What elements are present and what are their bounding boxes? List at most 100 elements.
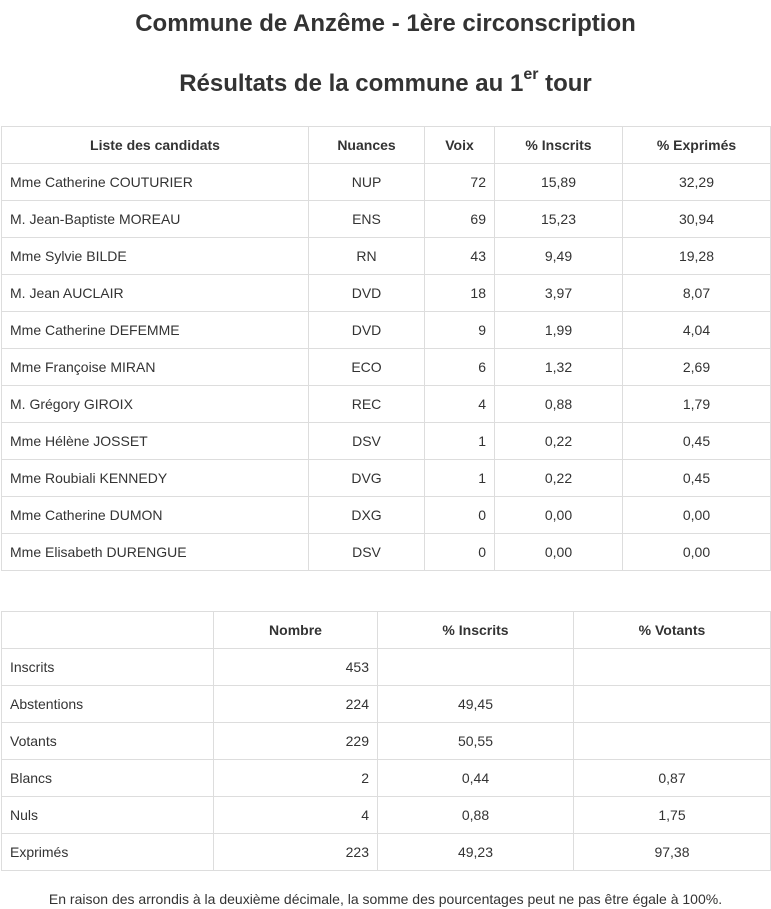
table-row: Exprimés 223 49,23 97,38 [1,833,771,871]
subtitle-superscript: er [523,66,539,83]
summary-nombre: 229 [213,722,378,760]
candidate-name: Mme Catherine COUTURIER [1,163,309,201]
table-row: Mme Hélène JOSSET DSV 1 0,22 0,45 [1,422,771,460]
candidate-voix: 1 [424,422,495,460]
candidate-voix: 72 [424,163,495,201]
candidate-pct-inscrits: 0,88 [494,385,623,423]
table-row: Nuls 4 0,88 1,75 [1,796,771,834]
candidate-pct-exprimes: 0,00 [622,496,771,534]
candidate-pct-exprimes: 2,69 [622,348,771,386]
candidate-pct-inscrits: 0,00 [494,496,623,534]
table-header-row: Nombre % Inscrits % Votants [1,611,771,649]
table-row: M. Jean-Baptiste MOREAU ENS 69 15,23 30,… [1,200,771,238]
candidate-pct-inscrits: 3,97 [494,274,623,312]
candidate-name: Mme Roubiali KENNEDY [1,459,309,497]
table-row: Inscrits 453 [1,648,771,686]
candidate-pct-exprimes: 32,29 [622,163,771,201]
candidate-name: Mme Françoise MIRAN [1,348,309,386]
candidate-voix: 18 [424,274,495,312]
summary-label: Exprimés [1,833,214,871]
candidate-voix: 6 [424,348,495,386]
candidate-nuance: DVD [308,274,425,312]
summary-nombre: 224 [213,685,378,723]
summary-pct-inscrits: 50,55 [377,722,574,760]
summary-pct-votants: 1,75 [573,796,771,834]
candidate-pct-exprimes: 0,45 [622,422,771,460]
page-title: Commune de Anzême - 1ère circonscription [135,10,636,37]
summary-label: Blancs [1,759,214,797]
candidate-nuance: ECO [308,348,425,386]
subtitle-text: Résultats de la commune au 1 [179,70,524,97]
table-row: M. Jean AUCLAIR DVD 18 3,97 8,07 [1,274,771,312]
candidate-pct-exprimes: 0,00 [622,533,771,571]
summary-table: Nombre % Inscrits % Votants Inscrits 453… [1,611,771,871]
candidate-nuance: DVG [308,459,425,497]
candidate-voix: 69 [424,200,495,238]
table-row: Mme Elisabeth DURENGUE DSV 0 0,00 0,00 [1,533,771,571]
summary-pct-votants: 97,38 [573,833,771,871]
candidate-name: M. Jean-Baptiste MOREAU [1,200,309,238]
candidate-voix: 43 [424,237,495,275]
candidate-pct-inscrits: 1,32 [494,348,623,386]
candidate-nuance: DSV [308,533,425,571]
candidate-voix: 1 [424,459,495,497]
summary-nombre: 453 [213,648,378,686]
summary-pct-votants [573,648,771,686]
summary-pct-votants: 0,87 [573,759,771,797]
table-row: M. Grégory GIROIX REC 4 0,88 1,79 [1,385,771,423]
candidates-table: Liste des candidats Nuances Voix % Inscr… [1,126,771,571]
subtitle-text-end: tour [538,70,592,97]
table-row: Votants 229 50,55 [1,722,771,760]
candidate-pct-inscrits: 15,23 [494,200,623,238]
candidate-name: M. Grégory GIROIX [1,385,309,423]
column-header: % Exprimés [622,126,771,164]
candidate-name: Mme Catherine DUMON [1,496,309,534]
candidate-pct-exprimes: 4,04 [622,311,771,349]
table-row: Abstentions 224 49,45 [1,685,771,723]
candidate-nuance: NUP [308,163,425,201]
summary-pct-votants [573,722,771,760]
candidate-voix: 0 [424,496,495,534]
results-subtitle: Résultats de la commune au 1er tour [0,67,771,98]
summary-label: Inscrits [1,648,214,686]
candidate-name: Mme Catherine DEFEMME [1,311,309,349]
candidate-pct-exprimes: 0,45 [622,459,771,497]
summary-nombre: 4 [213,796,378,834]
table-header-row: Liste des candidats Nuances Voix % Inscr… [1,126,771,164]
candidate-nuance: ENS [308,200,425,238]
candidate-pct-exprimes: 19,28 [622,237,771,275]
rounding-footnote: En raison des arrondis à la deuxième déc… [48,891,723,907]
column-header [1,611,214,649]
candidate-nuance: DXG [308,496,425,534]
candidate-pct-inscrits: 9,49 [494,237,623,275]
candidate-voix: 0 [424,533,495,571]
candidate-pct-exprimes: 8,07 [622,274,771,312]
candidate-name: Mme Sylvie BILDE [1,237,309,275]
candidate-nuance: DVD [308,311,425,349]
table-row: Mme Sylvie BILDE RN 43 9,49 19,28 [1,237,771,275]
column-header: Liste des candidats [1,126,309,164]
summary-pct-inscrits [377,648,574,686]
column-header: % Votants [573,611,771,649]
summary-label: Votants [1,722,214,760]
candidate-pct-exprimes: 1,79 [622,385,771,423]
candidate-nuance: REC [308,385,425,423]
summary-pct-inscrits: 49,45 [377,685,574,723]
summary-pct-inscrits: 49,23 [377,833,574,871]
candidate-voix: 9 [424,311,495,349]
summary-label: Nuls [1,796,214,834]
summary-pct-votants [573,685,771,723]
candidate-name: Mme Elisabeth DURENGUE [1,533,309,571]
candidate-nuance: RN [308,237,425,275]
table-row: Mme Françoise MIRAN ECO 6 1,32 2,69 [1,348,771,386]
table-row: Mme Roubiali KENNEDY DVG 1 0,22 0,45 [1,459,771,497]
table-row: Mme Catherine COUTURIER NUP 72 15,89 32,… [1,163,771,201]
column-header: % Inscrits [494,126,623,164]
summary-label: Abstentions [1,685,214,723]
candidate-pct-inscrits: 1,99 [494,311,623,349]
candidate-name: Mme Hélène JOSSET [1,422,309,460]
summary-pct-inscrits: 0,88 [377,796,574,834]
summary-nombre: 2 [213,759,378,797]
column-header: Nombre [213,611,378,649]
table-row: Blancs 2 0,44 0,87 [1,759,771,797]
